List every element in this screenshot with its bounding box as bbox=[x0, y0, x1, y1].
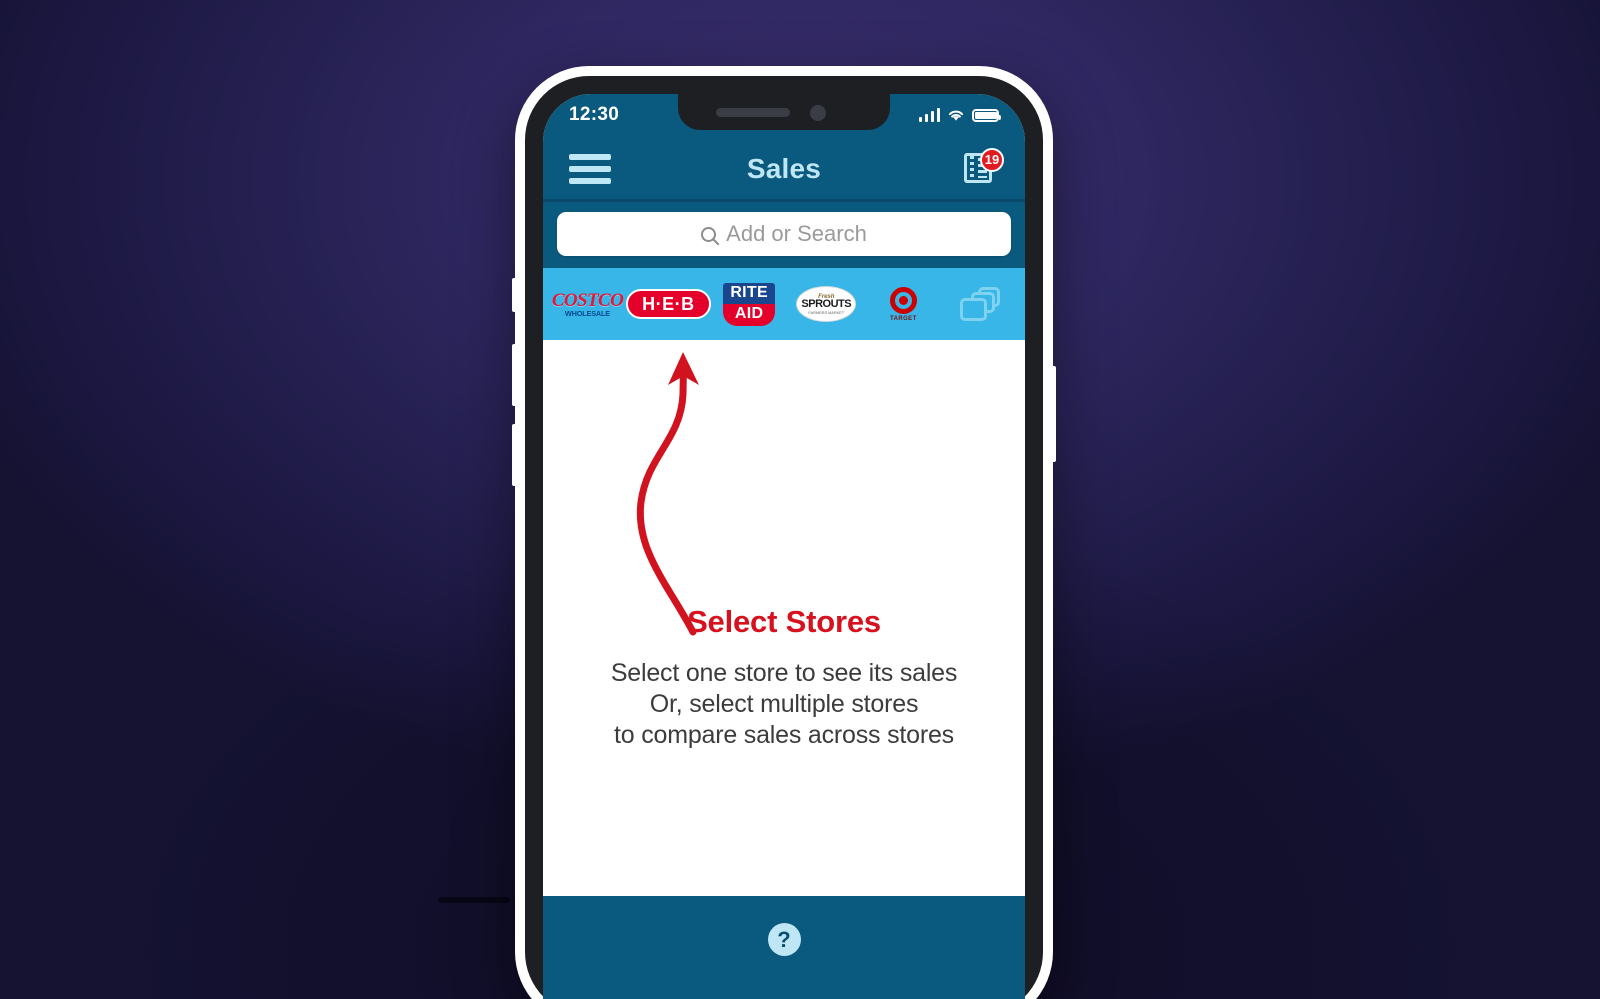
annotation-arrow-icon bbox=[636, 352, 699, 636]
scene: 12:30 Sales 19 Add or Search COSTCO WHOL… bbox=[0, 0, 1600, 999]
volume-up-button[interactable] bbox=[512, 344, 517, 406]
target-logo: TARGET bbox=[889, 286, 917, 322]
rite-aid-logo-line1: RITE bbox=[723, 282, 776, 304]
status-bar-clock: 12:30 bbox=[569, 104, 620, 125]
page-title: Sales bbox=[746, 152, 822, 184]
sprouts-logo-subtext: FARMERS MARKET bbox=[808, 309, 845, 315]
background-accent-line bbox=[438, 897, 510, 903]
search-input[interactable]: Add or Search bbox=[557, 212, 1011, 256]
costco-logo-wordmark: COSTCO bbox=[551, 289, 624, 311]
help-question-icon[interactable]: ? bbox=[767, 923, 801, 956]
device-notch bbox=[678, 94, 890, 130]
sprouts-logo: Fresh SPROUTS FARMERS MARKET bbox=[796, 286, 857, 322]
costco-logo: COSTCO WHOLESALE bbox=[551, 289, 624, 318]
silent-switch-button[interactable] bbox=[512, 278, 517, 312]
store-chip-riteaid[interactable]: RITE AID bbox=[711, 268, 788, 340]
status-bar-indicators bbox=[918, 108, 1001, 122]
instructions-line-1: Select one store to see its sales bbox=[610, 659, 958, 687]
heb-logo: H·E·B bbox=[626, 288, 711, 320]
earpiece-speaker bbox=[716, 108, 790, 117]
instructions-line-2: Or, select multiple stores bbox=[649, 689, 919, 718]
instructions-line-3: to compare sales across stores bbox=[614, 720, 954, 749]
rite-aid-logo-line2: AID bbox=[723, 303, 776, 326]
app-content-area: Select Stores Select one store to see it… bbox=[543, 340, 1025, 896]
multiple-stores-icon bbox=[960, 287, 1001, 321]
phone-device: 12:30 Sales 19 Add or Search COSTCO WHOL… bbox=[512, 66, 1056, 999]
search-bar-container: Add or Search bbox=[543, 202, 1025, 268]
store-chip-more[interactable] bbox=[942, 268, 1019, 340]
battery-full-icon bbox=[972, 108, 1001, 122]
front-camera-icon bbox=[810, 105, 826, 121]
phone-bezel: 12:30 Sales 19 Add or Search COSTCO WHOL… bbox=[525, 76, 1043, 999]
store-chip-costco[interactable]: COSTCO WHOLESALE bbox=[549, 268, 626, 340]
sprouts-logo-wordmark: SPROUTS bbox=[801, 297, 852, 310]
store-chip-target[interactable]: TARGET bbox=[865, 268, 942, 340]
annotation-headline: Select Stores bbox=[687, 604, 881, 639]
search-icon bbox=[701, 226, 717, 242]
search-placeholder: Add or Search bbox=[726, 221, 867, 246]
hamburger-menu-icon[interactable] bbox=[569, 153, 611, 184]
bottom-toolbar: ? bbox=[543, 896, 1025, 999]
phone-screen: 12:30 Sales 19 Add or Search COSTCO WHOL… bbox=[543, 94, 1025, 999]
rite-aid-logo: RITE AID bbox=[723, 282, 776, 326]
power-button[interactable] bbox=[1051, 366, 1056, 462]
wifi-icon bbox=[948, 110, 964, 121]
volume-down-button[interactable] bbox=[512, 424, 517, 486]
shopping-list-icon[interactable]: 19 bbox=[963, 147, 1004, 187]
notification-badge: 19 bbox=[980, 147, 1004, 172]
store-chip-sprouts[interactable]: Fresh SPROUTS FARMERS MARKET bbox=[788, 268, 865, 340]
costco-logo-subtext: WHOLESALE bbox=[565, 310, 611, 318]
target-bullseye-icon bbox=[889, 286, 917, 314]
app-navigation-bar: Sales 19 bbox=[543, 138, 1025, 202]
store-selector-strip: COSTCO WHOLESALE H·E·B RITE AID Fresh SP… bbox=[543, 268, 1025, 340]
store-chip-heb[interactable]: H·E·B bbox=[626, 268, 711, 340]
instructions-text: Select one store to see its sales Or, se… bbox=[543, 658, 1025, 750]
target-logo-wordmark: TARGET bbox=[890, 315, 917, 322]
signal-bars-icon bbox=[918, 108, 940, 122]
